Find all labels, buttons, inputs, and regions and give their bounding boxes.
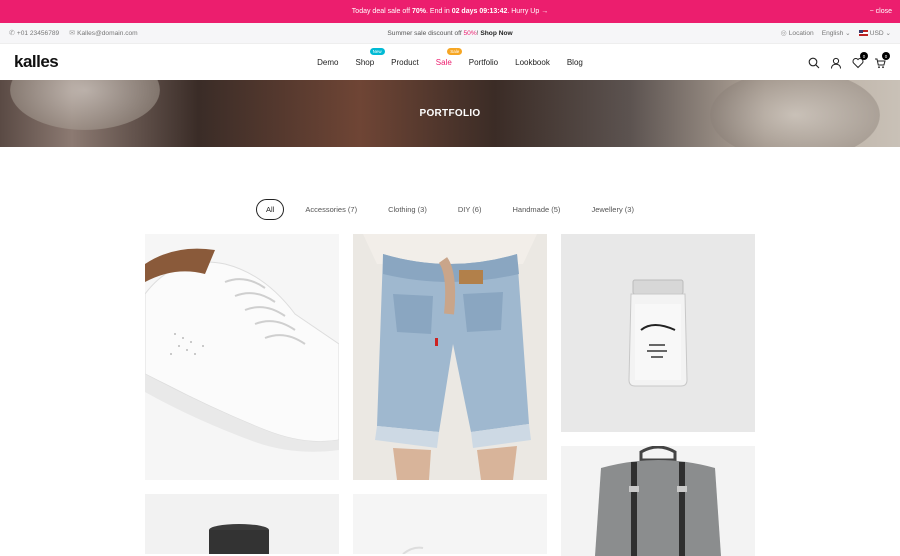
portfolio-item-sneaker[interactable] xyxy=(145,234,339,480)
nav-product[interactable]: Product xyxy=(383,58,428,67)
filter-diy[interactable]: DIY (6) xyxy=(448,199,492,220)
nav-lookbook[interactable]: Lookbook xyxy=(507,58,559,67)
portfolio-item-placeholder[interactable] xyxy=(353,494,547,554)
portfolio-item-candle[interactable] xyxy=(145,494,339,554)
promo-text: Today deal sale off 70%. End in 02 days … xyxy=(351,8,549,15)
nav-sale[interactable]: Sale Sale xyxy=(427,47,463,67)
new-badge: New xyxy=(369,47,385,55)
chevron-down-icon: ⌄ xyxy=(885,30,891,37)
chevron-down-icon: ⌄ xyxy=(845,30,851,37)
portfolio-filter-tabs: All Accessories (7) Clothing (3) DIY (6)… xyxy=(0,199,900,220)
map-pin-icon: ◎ xyxy=(780,30,787,37)
sale-badge: Sale xyxy=(447,47,463,55)
wishlist-count: 0 xyxy=(860,52,868,60)
search-icon[interactable] xyxy=(808,56,820,69)
page-title: PORTFOLIO xyxy=(419,108,481,119)
glass-jar-image xyxy=(561,234,755,432)
portfolio-item-denim-shorts[interactable] xyxy=(353,234,547,480)
filter-all[interactable]: All xyxy=(256,199,285,220)
top-bar: ✆ +01 23456789 ✉ Kalles@domain.com Summer … xyxy=(0,23,900,44)
filter-jewellery[interactable]: Jewellery (3) xyxy=(581,199,644,220)
nav-demo[interactable]: Demo xyxy=(309,58,347,67)
summer-sale-notice: Summer sale discount off 50%! Shop Now xyxy=(387,29,513,37)
main-nav: Demo Shop New Product Sale Sale Portfolio … xyxy=(0,47,900,67)
page-hero-banner: PORTFOLIO xyxy=(0,80,900,147)
language-select[interactable]: English ⌄ xyxy=(822,29,851,37)
location-link[interactable]: ◎ Location xyxy=(781,29,814,37)
product-image xyxy=(353,494,547,554)
nav-blog[interactable]: Blog xyxy=(558,58,591,67)
promo-close-button[interactable]: − close xyxy=(870,0,892,23)
filter-accessories[interactable]: Accessories (7) xyxy=(295,199,367,220)
site-header: kalles Demo Shop New Product Sale Sale Por… xyxy=(0,44,900,80)
currency-select[interactable]: USD ⌄ xyxy=(858,29,891,37)
filter-handmade[interactable]: Handmade (5) xyxy=(502,199,570,220)
user-icon[interactable] xyxy=(830,56,842,69)
wishlist-icon[interactable]: 0 xyxy=(852,52,868,69)
portfolio-grid xyxy=(145,234,755,556)
nav-shop[interactable]: Shop New xyxy=(347,47,385,67)
filter-clothing[interactable]: Clothing (3) xyxy=(378,199,437,220)
cart-icon[interactable]: 0 xyxy=(874,52,890,69)
portfolio-item-backpack[interactable] xyxy=(561,446,755,556)
promo-bar: Today deal sale off 70%. End in 02 days … xyxy=(0,0,900,23)
denim-shorts-image xyxy=(353,234,547,480)
candle-image xyxy=(145,494,339,554)
nav-portfolio[interactable]: Portfolio xyxy=(460,58,506,67)
cart-count: 0 xyxy=(882,52,890,60)
portfolio-item-glass-jar[interactable] xyxy=(561,234,755,432)
us-flag-icon xyxy=(858,30,868,37)
backpack-image xyxy=(561,446,755,556)
sneaker-image xyxy=(145,234,339,480)
shop-now-link[interactable]: Shop Now xyxy=(480,30,512,37)
